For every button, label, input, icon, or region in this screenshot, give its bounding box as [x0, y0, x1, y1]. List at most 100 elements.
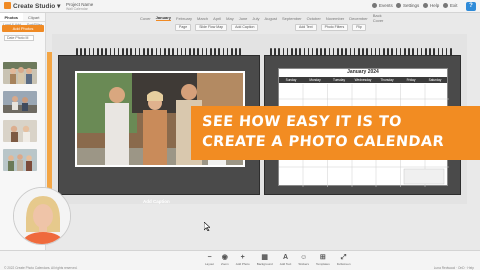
mouse-cursor-icon	[204, 222, 210, 231]
fullscreen-icon: ⤢	[340, 254, 347, 261]
background-tool[interactable]: ▦ Background	[257, 254, 273, 266]
weekday-label: Saturday	[428, 78, 442, 82]
banner-line-2: CREATE A PHOTO CALENDAR	[201, 134, 445, 150]
settings-label: Settings	[403, 3, 420, 8]
chevron-down-icon: ▾	[57, 3, 61, 10]
add-text-button[interactable]: Add Text	[295, 24, 317, 31]
help-button[interactable]: Help	[423, 3, 439, 8]
weekday-label: Wednesday	[354, 78, 372, 82]
photo-thumbnail-image	[3, 149, 37, 171]
month-navigation: Cover January February March April May J…	[140, 13, 383, 23]
footer-links[interactable]: Luna Redwood · OnD · Help	[434, 266, 474, 270]
help-label: Help	[430, 3, 440, 8]
photo-thumbnail-image	[3, 62, 37, 84]
gear-icon	[396, 3, 401, 8]
exit-icon	[443, 3, 448, 8]
weekday-label: Monday	[309, 78, 321, 82]
photo-filters-button[interactable]: Photo Filters	[320, 24, 349, 31]
month-tab[interactable]: September	[282, 16, 302, 21]
calendar-icon	[372, 3, 377, 8]
tool-label: Zoom	[221, 262, 229, 266]
weekday-header: Sunday Monday Tuesday Wednesday Thursday…	[279, 77, 447, 83]
month-tab[interactable]: August	[265, 16, 277, 21]
minus-icon: −	[207, 254, 212, 261]
tab-photos[interactable]: Photos	[0, 13, 23, 21]
photo-thumbnail-image	[3, 120, 37, 142]
project-type: Wall Calendar	[66, 6, 88, 11]
weekday-label: Friday	[406, 78, 416, 82]
stickers-tool[interactable]: ☺ Stickers	[298, 254, 309, 266]
month-tab[interactable]: July	[252, 16, 259, 21]
sticker-icon: ☺	[300, 254, 308, 261]
settings-button[interactable]: Settings	[396, 3, 419, 8]
project-name: Project Name	[66, 1, 94, 7]
sort-select[interactable]: Date Photo M	[4, 35, 34, 41]
app-title: Create Studio	[13, 3, 56, 10]
canvas-tools: − Layout ◉ Zoom + Add Photo ▦ Background A Ad…	[205, 254, 351, 266]
add-caption-label[interactable]: Add Caption	[143, 199, 170, 204]
exit-button[interactable]: Exit	[443, 3, 458, 8]
app-logo[interactable]: Create Studio ▾	[4, 2, 60, 10]
help-icon	[423, 3, 428, 8]
month-tab[interactable]: Back Cover	[373, 13, 384, 23]
photo-thumbnail[interactable]	[3, 149, 37, 171]
right-page-toolbar: Add Text Photo Filters Flip	[295, 24, 366, 31]
footer-copyright: © 2022 Create Photo Calendars. All right…	[4, 265, 78, 270]
flip-button[interactable]: Flip	[352, 24, 366, 31]
month-tab[interactable]: Cover	[140, 16, 151, 21]
tool-label: Fullscreen	[336, 262, 351, 266]
add-photo-tool[interactable]: + Add Photo	[236, 254, 250, 266]
photo-thumbnail[interactable]	[3, 120, 37, 142]
events-label: Events	[379, 3, 393, 8]
support-badge[interactable]: ?	[466, 2, 476, 11]
tool-label: Add Text	[279, 262, 292, 266]
zoom-tool[interactable]: ◉ Zoom	[221, 254, 229, 266]
bottom-toolbar: − Layout ◉ Zoom + Add Photo ▦ Background A Ad…	[0, 250, 480, 270]
slide-flow-button[interactable]: Slide Flow Map	[195, 24, 228, 31]
month-tab[interactable]: May	[226, 16, 234, 21]
text-icon: A	[283, 254, 289, 261]
page-button[interactable]: Page	[175, 24, 192, 31]
sidebar-tabs: Photos Clipart	[0, 13, 45, 22]
promo-banner: SEE HOW EASY IT IS TO CREATE A PHOTO CAL…	[191, 106, 480, 160]
month-tab[interactable]: February	[176, 16, 192, 21]
tool-label: Templates	[316, 262, 330, 266]
month-tab-active[interactable]: January	[155, 15, 172, 21]
month-tab[interactable]: June	[239, 16, 248, 21]
exit-label: Exit	[450, 3, 458, 8]
templates-tool[interactable]: ⊞ Templates	[316, 254, 330, 266]
month-tab[interactable]: December	[349, 16, 367, 21]
photo-thumbnail[interactable]	[3, 62, 37, 84]
month-tab[interactable]: October	[307, 16, 321, 21]
weekday-label: Thursday	[380, 78, 394, 82]
plus-icon: +	[240, 254, 245, 261]
top-bar: Create Studio ▾ Project Name Wall Calend…	[0, 0, 480, 13]
tool-label: Add Photo	[235, 262, 250, 266]
events-button[interactable]: Events	[372, 3, 393, 8]
tab-clipart[interactable]: Clipart	[23, 13, 46, 21]
tool-label: Layout	[205, 262, 215, 266]
zoom-icon: ◉	[221, 254, 228, 261]
fullscreen-tool[interactable]: ⤢ Fullscreen	[337, 254, 351, 266]
presenter-image	[14, 188, 70, 244]
add-caption-button[interactable]: Add Caption	[231, 24, 259, 31]
tool-label: Background	[256, 262, 273, 266]
weekday-label: Tuesday	[332, 78, 346, 82]
banner-line-1: SEE HOW EASY IT IS TO	[201, 114, 403, 130]
month-tab[interactable]: March	[197, 16, 208, 21]
add-photos-button[interactable]: Add Photos	[2, 25, 44, 32]
month-tab[interactable]: April	[213, 16, 221, 21]
weekday-label: Sunday	[285, 78, 297, 82]
calendar-month-title: January 2024	[347, 69, 379, 75]
tool-label: Stickers	[298, 262, 310, 266]
background-icon: ▦	[261, 254, 269, 261]
photo-thumbnail-image	[3, 91, 37, 113]
templates-icon: ⊞	[319, 254, 326, 261]
add-text-tool[interactable]: A Add Text	[280, 254, 292, 266]
left-page-toolbar: Page Slide Flow Map Add Caption	[175, 24, 259, 31]
month-tab[interactable]: November	[326, 16, 344, 21]
project-selector[interactable]: Project Name Wall Calendar	[66, 2, 93, 12]
presenter-avatar	[13, 187, 71, 245]
photo-thumbnail[interactable]	[3, 91, 37, 113]
layout-tool[interactable]: − Layout	[205, 254, 214, 266]
